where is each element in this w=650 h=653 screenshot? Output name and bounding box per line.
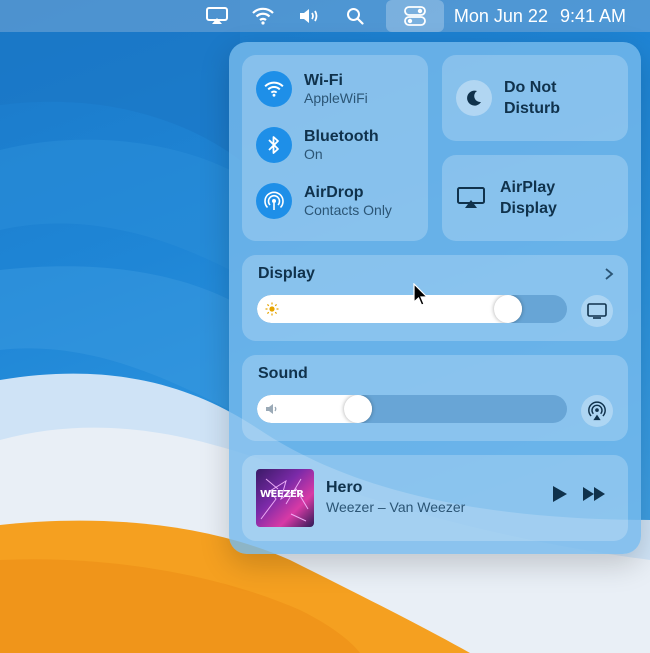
- bluetooth-icon[interactable]: [256, 127, 292, 163]
- volume-slider[interactable]: [257, 395, 567, 423]
- dnd-label-line2: Disturb: [504, 100, 560, 117]
- fast-forward-button[interactable]: [582, 486, 606, 507]
- display-title: Display: [258, 265, 315, 282]
- track-title: Hero: [326, 479, 363, 496]
- bluetooth-toggle[interactable]: Bluetooth On: [256, 127, 379, 163]
- mouse-cursor: [413, 282, 429, 312]
- control-center-panel: Wi-Fi AppleWiFi Bluetooth On AirDrop Con…: [229, 42, 641, 554]
- airplay-label-line1: AirPlay: [500, 179, 556, 196]
- volume-knob[interactable]: [344, 395, 372, 423]
- brightness-slider[interactable]: [257, 295, 567, 323]
- bluetooth-status: On: [304, 146, 323, 162]
- album-art-text: WEEZER: [260, 489, 304, 500]
- airdrop-toggle[interactable]: AirDrop Contacts Only: [256, 183, 392, 219]
- play-icon: [553, 486, 567, 502]
- chevron-right-icon[interactable]: [604, 267, 614, 286]
- now-playing-module[interactable]: WEEZER Hero Weezer – Van Weezer: [242, 455, 628, 541]
- airdrop-title: AirDrop: [304, 184, 364, 201]
- fast-forward-icon: [583, 487, 605, 501]
- sound-title: Sound: [258, 365, 308, 382]
- display-module: Display: [242, 255, 628, 341]
- search-icon[interactable]: [338, 0, 372, 32]
- sound-module: Sound: [242, 355, 628, 441]
- wifi-icon[interactable]: [246, 0, 280, 32]
- airplay-display-icon: [456, 187, 486, 209]
- menu-bar: Mon Jun 22 9:41 AM: [0, 0, 650, 32]
- monitor-icon: [587, 303, 607, 319]
- airplay-icon[interactable]: [200, 0, 234, 32]
- track-artist-album: Weezer – Van Weezer: [326, 499, 466, 515]
- sun-icon: [265, 302, 279, 321]
- do-not-disturb-tile[interactable]: Do Not Disturb: [442, 55, 628, 141]
- wifi-icon[interactable]: [256, 71, 292, 107]
- dnd-label-line1: Do Not: [504, 79, 557, 96]
- moon-icon: [456, 80, 492, 116]
- brightness-fill: [257, 295, 522, 323]
- play-button[interactable]: [552, 485, 568, 508]
- display-settings-button[interactable]: [581, 295, 613, 327]
- menubar-time[interactable]: 9:41 AM: [560, 6, 626, 27]
- wifi-title: Wi-Fi: [304, 72, 343, 89]
- wifi-network: AppleWiFi: [304, 90, 368, 106]
- airplay-display-tile[interactable]: AirPlay Display: [442, 155, 628, 241]
- connectivity-tile: Wi-Fi AppleWiFi Bluetooth On AirDrop Con…: [242, 55, 428, 241]
- speaker-icon: [265, 402, 279, 421]
- airdrop-status: Contacts Only: [304, 202, 392, 218]
- airplay-label-line2: Display: [500, 200, 557, 217]
- airplay-audio-icon: [588, 401, 606, 421]
- volume-icon[interactable]: [292, 0, 326, 32]
- album-art[interactable]: WEEZER: [256, 469, 314, 527]
- control-center-icon[interactable]: [385, 0, 444, 32]
- airdrop-icon[interactable]: [256, 183, 292, 219]
- bluetooth-title: Bluetooth: [304, 128, 379, 145]
- menubar-date[interactable]: Mon Jun 22: [454, 6, 548, 27]
- brightness-knob[interactable]: [494, 295, 522, 323]
- airplay-audio-button[interactable]: [581, 395, 613, 427]
- wifi-toggle[interactable]: Wi-Fi AppleWiFi: [256, 71, 368, 107]
